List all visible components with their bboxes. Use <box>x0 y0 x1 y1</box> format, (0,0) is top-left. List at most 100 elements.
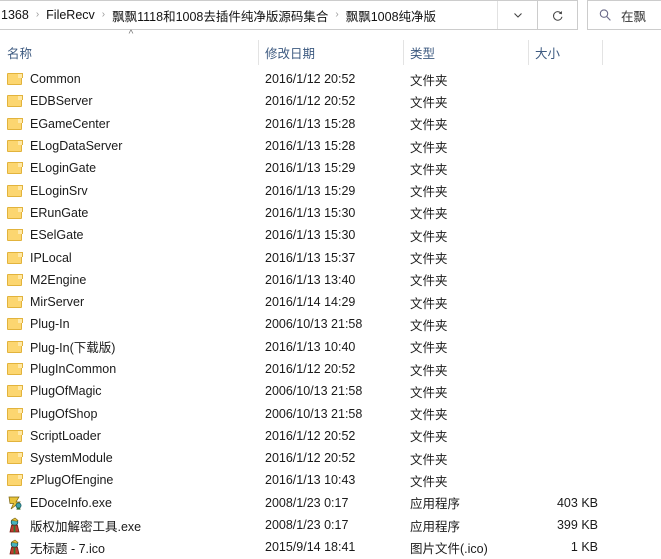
table-row[interactable]: 无标题 - 7.ico 2015/9/14 18:41 图片文件(.ico) 1 KB <box>0 536 661 558</box>
file-type-cell: 文件夹 <box>410 430 448 445</box>
file-name-cell[interactable]: Plug-In(下载版) <box>0 337 250 356</box>
file-date-cell: 2006/10/13 21:58 <box>265 317 363 332</box>
folder-icon <box>7 184 23 198</box>
table-row[interactable]: PlugOfShop 2006/10/13 21:58 文件夹 <box>0 402 661 424</box>
table-row[interactable]: ELoginGate 2016/1/13 15:29 文件夹 <box>0 157 661 179</box>
file-name-cell[interactable]: EDoceInfo.exe <box>0 495 250 511</box>
file-name-cell[interactable]: ERunGate <box>0 206 250 220</box>
folder-icon <box>7 206 23 220</box>
file-name-cell[interactable]: ELogDataServer <box>0 139 250 153</box>
folder-icon <box>7 473 23 487</box>
table-row[interactable]: Common 2016/1/12 20:52 文件夹 <box>0 68 661 90</box>
address-toolbar: 1368 › FileRecv › 飘飘1118和1008去插件纯净版源码集合 › 飘飘10… <box>0 0 661 30</box>
file-date-cell: 2016/1/13 15:29 <box>265 161 356 176</box>
file-date-cell: 2016/1/13 15:28 <box>265 139 356 154</box>
file-type-cell: 文件夹 <box>410 318 448 333</box>
file-name-cell[interactable]: ELoginSrv <box>0 184 250 198</box>
table-row[interactable]: PlugOfMagic 2006/10/13 21:58 文件夹 <box>0 380 661 402</box>
table-row[interactable]: SystemModule 2016/1/12 20:52 文件夹 <box>0 447 661 469</box>
file-list[interactable]: Common 2016/1/12 20:52 文件夹 EDBServer 2016/1/… <box>0 68 661 556</box>
file-name-label: ScriptLoader <box>30 428 101 443</box>
file-type-cell: 文件夹 <box>410 385 448 400</box>
file-name-cell[interactable]: 版权加解密工具.exe <box>0 516 250 535</box>
table-row[interactable]: ESelGate 2016/1/13 15:30 文件夹 <box>0 224 661 246</box>
file-type-cell: 文件夹 <box>410 408 448 423</box>
column-header-3[interactable]: 类型 <box>403 38 528 66</box>
refresh-button[interactable] <box>538 0 578 30</box>
table-row[interactable]: zPlugOfEngine 2016/1/13 10:43 文件夹 <box>0 469 661 491</box>
file-name-label: EDBServer <box>30 94 93 109</box>
file-name-label: EDoceInfo.exe <box>30 495 112 510</box>
file-name-cell[interactable]: EGameCenter <box>0 117 250 131</box>
column-divider[interactable] <box>528 40 529 65</box>
table-row[interactable]: ELoginSrv 2016/1/13 15:29 文件夹 <box>0 179 661 201</box>
table-row[interactable]: MirServer 2016/1/14 14:29 文件夹 <box>0 291 661 313</box>
app-figure-icon <box>9 517 20 533</box>
file-size-cell: 403 KB <box>556 495 598 510</box>
file-name-cell[interactable]: PlugOfShop <box>0 407 250 421</box>
table-row[interactable]: ELogDataServer 2016/1/13 15:28 文件夹 <box>0 135 661 157</box>
breadcrumb-item[interactable]: 飘飘1008纯净版 <box>343 4 439 27</box>
breadcrumb-item[interactable]: FileRecv <box>43 6 98 24</box>
file-name-label: ELoginSrv <box>30 183 88 198</box>
column-divider[interactable] <box>258 40 259 65</box>
breadcrumb-item[interactable]: 1368 <box>0 6 32 24</box>
table-row[interactable]: Plug-In 2006/10/13 21:58 文件夹 <box>0 313 661 335</box>
file-name-cell[interactable]: ESelGate <box>0 228 250 242</box>
search-box[interactable]: 在飘 <box>587 0 661 30</box>
column-header-row: ^ 名称 修改日期 类型 大小 <box>0 30 661 66</box>
table-row[interactable]: PlugInCommon 2016/1/12 20:52 文件夹 <box>0 358 661 380</box>
file-name-cell[interactable]: SystemModule <box>0 451 250 465</box>
folder-icon <box>7 295 23 309</box>
column-divider[interactable] <box>403 40 404 65</box>
folder-icon <box>7 384 23 398</box>
file-name-cell[interactable]: PlugOfMagic <box>0 384 250 398</box>
file-name-cell[interactable]: ScriptLoader <box>0 429 250 443</box>
table-row[interactable]: IPLocal 2016/1/13 15:37 文件夹 <box>0 246 661 268</box>
file-name-label: ERunGate <box>30 205 89 220</box>
table-row[interactable]: EDBServer 2016/1/12 20:52 文件夹 <box>0 90 661 112</box>
file-name-cell[interactable]: 无标题 - 7.ico <box>0 538 250 557</box>
table-row[interactable]: ScriptLoader 2016/1/12 20:52 文件夹 <box>0 425 661 447</box>
file-name-cell[interactable]: EDBServer <box>0 94 250 108</box>
file-name-cell[interactable]: PlugInCommon <box>0 362 250 376</box>
file-name-label: zPlugOfEngine <box>30 473 114 488</box>
file-name-label: IPLocal <box>30 250 72 265</box>
column-divider[interactable] <box>602 40 603 65</box>
breadcrumb-item[interactable]: 飘飘1118和1008去插件纯净版源码集合 <box>109 4 331 27</box>
folder-icon <box>7 72 23 86</box>
table-row[interactable]: M2Engine 2016/1/13 13:40 文件夹 <box>0 269 661 291</box>
file-date-cell: 2015/9/14 18:41 <box>265 540 356 555</box>
file-type-cell: 文件夹 <box>410 73 448 88</box>
file-type-cell: 文件夹 <box>410 341 448 356</box>
file-type-cell: 文件夹 <box>410 363 448 378</box>
folder-icon <box>7 139 23 153</box>
app-figure-icon <box>9 540 20 555</box>
file-date-cell: 2016/1/12 20:52 <box>265 94 356 109</box>
search-input[interactable]: 在飘 <box>621 6 646 25</box>
file-name-label: M2Engine <box>30 272 87 287</box>
file-date-cell: 2016/1/13 15:28 <box>265 116 356 131</box>
file-name-cell[interactable]: MirServer <box>0 295 250 309</box>
breadcrumb-bar[interactable]: 1368 › FileRecv › 飘飘1118和1008去插件纯净版源码集合 › 飘飘10… <box>0 0 538 30</box>
table-row[interactable]: EGameCenter 2016/1/13 15:28 文件夹 <box>0 113 661 135</box>
file-type-cell: 文件夹 <box>410 162 448 177</box>
file-name-cell[interactable]: zPlugOfEngine <box>0 473 250 487</box>
file-date-cell: 2016/1/12 20:52 <box>265 362 356 376</box>
file-name-cell[interactable]: ELoginGate <box>0 161 250 175</box>
column-header-4[interactable]: 大小 <box>528 38 602 66</box>
file-date-cell: 2016/1/12 20:52 <box>265 451 356 466</box>
file-name-cell[interactable]: Plug-In <box>0 317 250 331</box>
file-name-cell[interactable]: M2Engine <box>0 273 250 287</box>
table-row[interactable]: Plug-In(下载版) 2016/1/13 10:40 文件夹 <box>0 336 661 358</box>
search-icon <box>599 9 611 21</box>
table-row[interactable]: ERunGate 2016/1/13 15:30 文件夹 <box>0 202 661 224</box>
file-date-cell: 2016/1/13 10:43 <box>265 473 356 488</box>
column-header-2[interactable]: 修改日期 <box>258 38 403 66</box>
file-name-cell[interactable]: Common <box>0 72 250 86</box>
table-row[interactable]: 版权加解密工具.exe 2008/1/23 0:17 应用程序 399 KB <box>0 514 661 536</box>
breadcrumb-dropdown-button[interactable] <box>497 1 537 29</box>
file-name-cell[interactable]: IPLocal <box>0 251 250 265</box>
column-header-1[interactable]: 名称 <box>0 38 258 66</box>
table-row[interactable]: EDoceInfo.exe 2008/1/23 0:17 应用程序 403 KB <box>0 492 661 514</box>
